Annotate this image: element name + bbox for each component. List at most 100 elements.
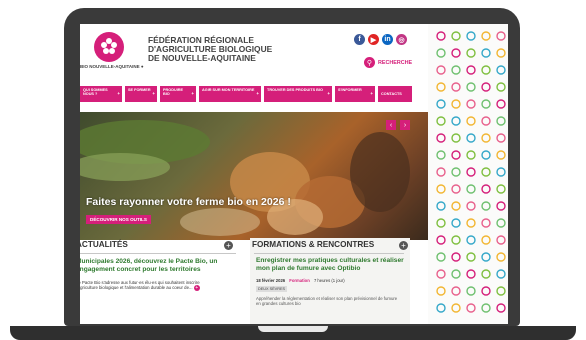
pattern-logo-icon xyxy=(466,167,476,177)
plus-icon: + xyxy=(152,91,155,96)
pattern-logo-icon xyxy=(481,133,491,143)
pattern-logo-icon xyxy=(451,31,461,41)
event-description: Appréhender la réglementation et réalise… xyxy=(256,296,398,307)
search-button[interactable]: ⚲ RECHERCHE xyxy=(364,57,412,68)
news-more-icon[interactable]: + xyxy=(224,241,233,250)
plus-icon: + xyxy=(370,91,373,96)
pattern-logo-icon xyxy=(496,150,506,160)
instagram-icon[interactable]: ◎ xyxy=(396,34,407,45)
event-type: Formation xyxy=(289,278,310,283)
pattern-logo-icon xyxy=(451,99,461,109)
pattern-logo-icon xyxy=(466,65,476,75)
facebook-icon[interactable]: f xyxy=(354,34,365,45)
discover-tools-button[interactable]: DÉCOUVRIR NOS OUTILS xyxy=(86,215,151,224)
news-article-title[interactable]: Municipales 2026, découvrez le Pacte Bio… xyxy=(80,258,232,273)
pattern-logo-icon xyxy=(451,133,461,143)
event-title[interactable]: Enregistrer mes pratiques culturales et … xyxy=(256,257,406,272)
nav-item-label: SE FORMER xyxy=(128,88,151,92)
youtube-icon[interactable]: ▶ xyxy=(368,34,379,45)
event-location: DEUX SÈVRES xyxy=(256,286,288,292)
pattern-logo-icon xyxy=(481,65,491,75)
linkedin-icon[interactable]: in xyxy=(382,34,393,45)
browser-screen: BIO NOUVELLE-AQUITAINE ● FÉDÉRATION RÉGI… xyxy=(80,24,428,324)
pattern-logo-icon xyxy=(451,286,461,296)
pattern-logo-icon xyxy=(466,184,476,194)
nav-item-trouver-des-produits-bio[interactable]: TROUVER DES PRODUITS BIO + xyxy=(264,86,332,102)
pattern-logo-icon xyxy=(436,218,446,228)
nav-item-produire-bio[interactable]: PRODUIRE BIO + xyxy=(160,86,196,102)
pattern-logo-icon xyxy=(451,303,461,313)
pattern-logo-icon xyxy=(451,82,461,92)
pattern-logo-icon xyxy=(436,82,446,92)
news-title: ACTUALITÉS xyxy=(80,240,128,249)
chevron-right-icon[interactable]: › xyxy=(400,120,410,130)
pattern-logo-icon xyxy=(436,235,446,245)
nav-item-label: PRODUIRE BIO xyxy=(163,88,184,97)
nav-item-qui-sommes-nous[interactable]: QUI SOMMES NOUS ? + xyxy=(80,86,122,102)
nav-item-label: AGIR SUR MON TERRITOIRE xyxy=(202,88,255,92)
nav-item-label: TROUVER DES PRODUITS BIO xyxy=(267,88,323,92)
pattern-logo-icon xyxy=(496,286,506,296)
main-navigation: QUI SOMMES NOUS ? + SE FORMER + PRODUIRE… xyxy=(80,86,428,102)
pattern-logo-icon xyxy=(451,167,461,177)
search-icon: ⚲ xyxy=(364,57,375,68)
laptop-notch xyxy=(258,326,328,332)
pattern-logo-icon xyxy=(466,150,476,160)
pattern-logo-icon xyxy=(466,99,476,109)
pattern-logo-icon xyxy=(481,269,491,279)
pattern-logo-icon xyxy=(451,269,461,279)
pattern-logo-icon xyxy=(496,184,506,194)
pattern-logo-icon xyxy=(466,133,476,143)
trainings-more-icon[interactable]: + xyxy=(399,241,408,250)
divider xyxy=(80,253,236,254)
nav-item-se-former[interactable]: SE FORMER + xyxy=(125,86,157,102)
pattern-logo-icon xyxy=(481,167,491,177)
pattern-logo-icon xyxy=(496,167,506,177)
pattern-logo-icon xyxy=(451,235,461,245)
flower-logo-icon xyxy=(101,38,117,54)
pattern-logos xyxy=(436,31,506,313)
pattern-logo-icon xyxy=(496,65,506,75)
pattern-logo-icon xyxy=(466,82,476,92)
nav-item-label: CONTACTS xyxy=(381,92,402,96)
pattern-logo-icon xyxy=(451,150,461,160)
pattern-logo-icon xyxy=(466,48,476,58)
pattern-logo-icon xyxy=(466,235,476,245)
pattern-logo-icon xyxy=(481,184,491,194)
pattern-logo-icon xyxy=(451,252,461,262)
chevron-left-icon[interactable]: ‹ xyxy=(386,120,396,130)
pattern-logo-icon xyxy=(496,201,506,211)
pattern-logo-icon xyxy=(496,269,506,279)
plus-icon: + xyxy=(327,91,330,96)
background-pattern xyxy=(428,24,508,324)
pattern-logo-icon xyxy=(496,303,506,313)
pattern-logo-icon xyxy=(481,116,491,126)
pattern-logo-icon xyxy=(481,252,491,262)
event-duration: 7 heures (1 jour) xyxy=(313,278,345,283)
nav-item-agir-sur-mon-territoire[interactable]: AGIR SUR MON TERRITOIRE + xyxy=(199,86,261,102)
read-more-icon[interactable]: + xyxy=(193,285,200,292)
pattern-logo-icon xyxy=(496,48,506,58)
pattern-logo-icon xyxy=(451,184,461,194)
pattern-logo-icon xyxy=(436,150,446,160)
pattern-logo-icon xyxy=(451,201,461,211)
news-section: ACTUALITÉS + Municipales 2026, découvrez… xyxy=(80,238,240,324)
pattern-logo-icon xyxy=(466,218,476,228)
pattern-logo-icon xyxy=(496,82,506,92)
logo[interactable] xyxy=(94,32,124,62)
pattern-logo-icon xyxy=(466,31,476,41)
pattern-logo-icon xyxy=(436,286,446,296)
pattern-logo-icon xyxy=(436,269,446,279)
pattern-logo-icon xyxy=(436,201,446,211)
pattern-logo-icon xyxy=(451,48,461,58)
pattern-logo-icon xyxy=(496,218,506,228)
nav-item-contacts[interactable]: CONTACTS xyxy=(378,86,412,102)
pattern-logo-icon xyxy=(496,31,506,41)
pattern-logo-icon xyxy=(496,252,506,262)
plus-icon: + xyxy=(256,91,259,96)
hero-title: Faites rayonner votre ferme bio en 2026 … xyxy=(86,196,291,208)
trainings-title: FORMATIONS & RENCONTRES xyxy=(252,240,375,249)
pattern-logo-icon xyxy=(481,150,491,160)
pattern-logo-icon xyxy=(466,252,476,262)
nav-item-s-informer[interactable]: S'INFORMER + xyxy=(335,86,375,102)
